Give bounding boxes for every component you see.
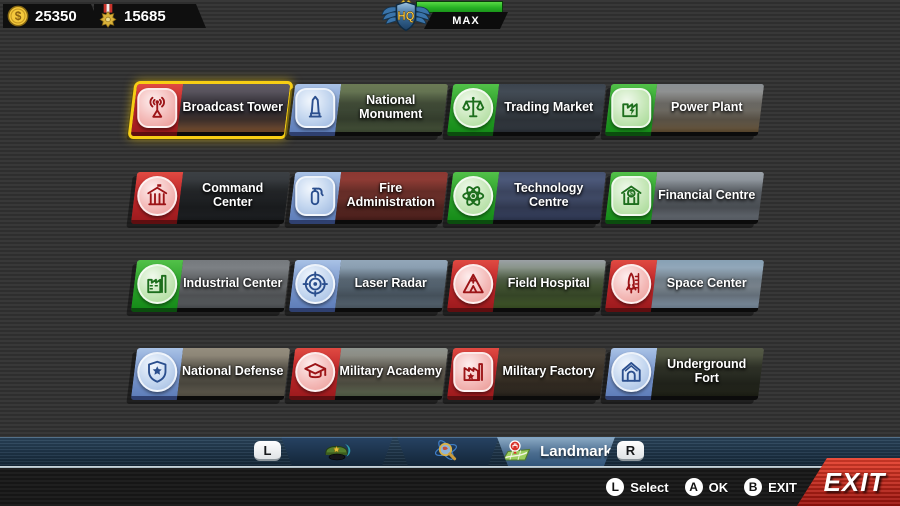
svg-text:$: $ — [630, 191, 634, 198]
obelisk-monument-icon — [295, 88, 335, 128]
power-bolt-icon — [611, 88, 651, 128]
landmark-tile-laser-radar[interactable]: Laser Radar — [289, 260, 448, 312]
landmark-tile-trading-market[interactable]: Trading Market — [447, 84, 606, 136]
landmark-tile-military-academy[interactable]: Military Academy — [289, 348, 448, 400]
tab-landmark-label: Landmark — [540, 443, 612, 460]
tile-label: Command Center — [178, 172, 287, 220]
landmark-tile-industrial-center[interactable]: Industrial Center — [131, 260, 290, 312]
landmark-tile-military-factory[interactable]: Military Factory — [447, 348, 606, 400]
fire-extinguisher-icon — [295, 176, 335, 216]
landmark-tile-national-defense[interactable]: National Defense — [131, 348, 290, 400]
tab-landmark[interactable]: Landmark — [497, 437, 615, 466]
landmark-tile-command-center[interactable]: Command Center — [131, 172, 290, 224]
landmark-tile-technology-centre[interactable]: Technology Centre — [447, 172, 606, 224]
tile-label: Trading Market — [494, 84, 603, 132]
tab-research[interactable] — [397, 437, 499, 466]
a-button-icon: A — [685, 478, 703, 496]
tile-label: National Defense — [178, 348, 287, 396]
landmark-tile-underground-fort[interactable]: Underground Fort — [605, 348, 764, 400]
factory-icon — [137, 264, 177, 304]
landmark-tile-financial-centre[interactable]: $ Financial Centre — [605, 172, 764, 224]
b-button-icon: B — [744, 478, 762, 496]
bunker-icon — [611, 352, 651, 392]
coin-panel: $ 25350 — [3, 4, 101, 28]
tab-army[interactable] — [281, 437, 393, 466]
bank-dollar-icon: $ — [611, 176, 651, 216]
tile-label: Broadcast Tower — [178, 84, 287, 132]
tile-label: Laser Radar — [336, 260, 445, 308]
tile-label: Military Factory — [494, 348, 603, 396]
svg-text:HQ: HQ — [397, 11, 414, 23]
tile-label: Underground Fort — [652, 348, 761, 396]
broadcast-tower-icon — [137, 88, 177, 128]
officer-cap-icon — [321, 439, 353, 465]
rocket-gantry-icon — [611, 264, 651, 304]
medical-tent-icon — [453, 264, 493, 304]
landmark-menu-screen: $ 25350 15685 MAX HQ Broadcast Tower Nati… — [0, 0, 900, 506]
exit-button-label: EXIT — [812, 467, 886, 498]
hq-level-label: MAX — [424, 12, 508, 29]
tile-label: Industrial Center — [178, 260, 287, 308]
medal-count: 15685 — [124, 8, 166, 25]
tile-label: National Monument — [336, 84, 445, 132]
hint-label: EXIT — [768, 480, 797, 495]
landmark-tile-field-hospital[interactable]: Field Hospital — [447, 260, 606, 312]
hint-select: L Select — [606, 478, 668, 496]
landmark-tile-space-center[interactable]: Space Center — [605, 260, 764, 312]
coin-icon: $ — [7, 5, 29, 27]
landmark-tile-power-plant[interactable]: Power Plant — [605, 84, 764, 136]
bottom-hint-bar: L Select A OK B EXIT — [0, 468, 900, 506]
svg-text:$: $ — [15, 9, 22, 23]
tab-bar: L R Landmark — [0, 437, 900, 466]
hint-label: Select — [630, 480, 668, 495]
l-shoulder-button[interactable]: L — [254, 441, 281, 461]
atom-icon — [453, 176, 493, 216]
hint-ok: A OK — [685, 478, 729, 496]
tile-label: Financial Centre — [652, 172, 761, 220]
landmark-map-icon — [500, 439, 534, 465]
tile-label: Power Plant — [652, 84, 761, 132]
tile-label: Fire Administration — [336, 172, 445, 220]
landmark-tile-fire-administration[interactable]: Fire Administration — [289, 172, 448, 224]
government-building-icon — [137, 176, 177, 216]
search-globe-icon — [432, 439, 464, 465]
landmark-tile-national-monument[interactable]: National Monument — [289, 84, 448, 136]
shield-star-icon — [137, 352, 177, 392]
tile-label: Technology Centre — [494, 172, 603, 220]
hint-exit: B EXIT — [744, 478, 797, 496]
hq-badge-icon: HQ — [381, 0, 431, 34]
coin-count: 25350 — [35, 8, 77, 25]
medal-icon — [98, 3, 118, 28]
landmark-tile-broadcast-tower[interactable]: Broadcast Tower — [131, 84, 290, 136]
controller-hints: L Select A OK B EXIT — [606, 468, 797, 506]
tile-label: Space Center — [652, 260, 761, 308]
l-button-icon: L — [606, 478, 624, 496]
tile-label: Field Hospital — [494, 260, 603, 308]
radar-target-icon — [295, 264, 335, 304]
r-shoulder-button[interactable]: R — [617, 441, 644, 461]
graduation-cap-icon — [295, 352, 335, 392]
landmark-grid: Broadcast Tower National Monument Trading … — [134, 84, 761, 400]
balance-scales-icon — [453, 88, 493, 128]
tile-label: Military Academy — [336, 348, 445, 396]
medal-panel: 15685 — [94, 4, 206, 28]
factory-star-icon — [453, 352, 493, 392]
hint-label: OK — [709, 480, 729, 495]
